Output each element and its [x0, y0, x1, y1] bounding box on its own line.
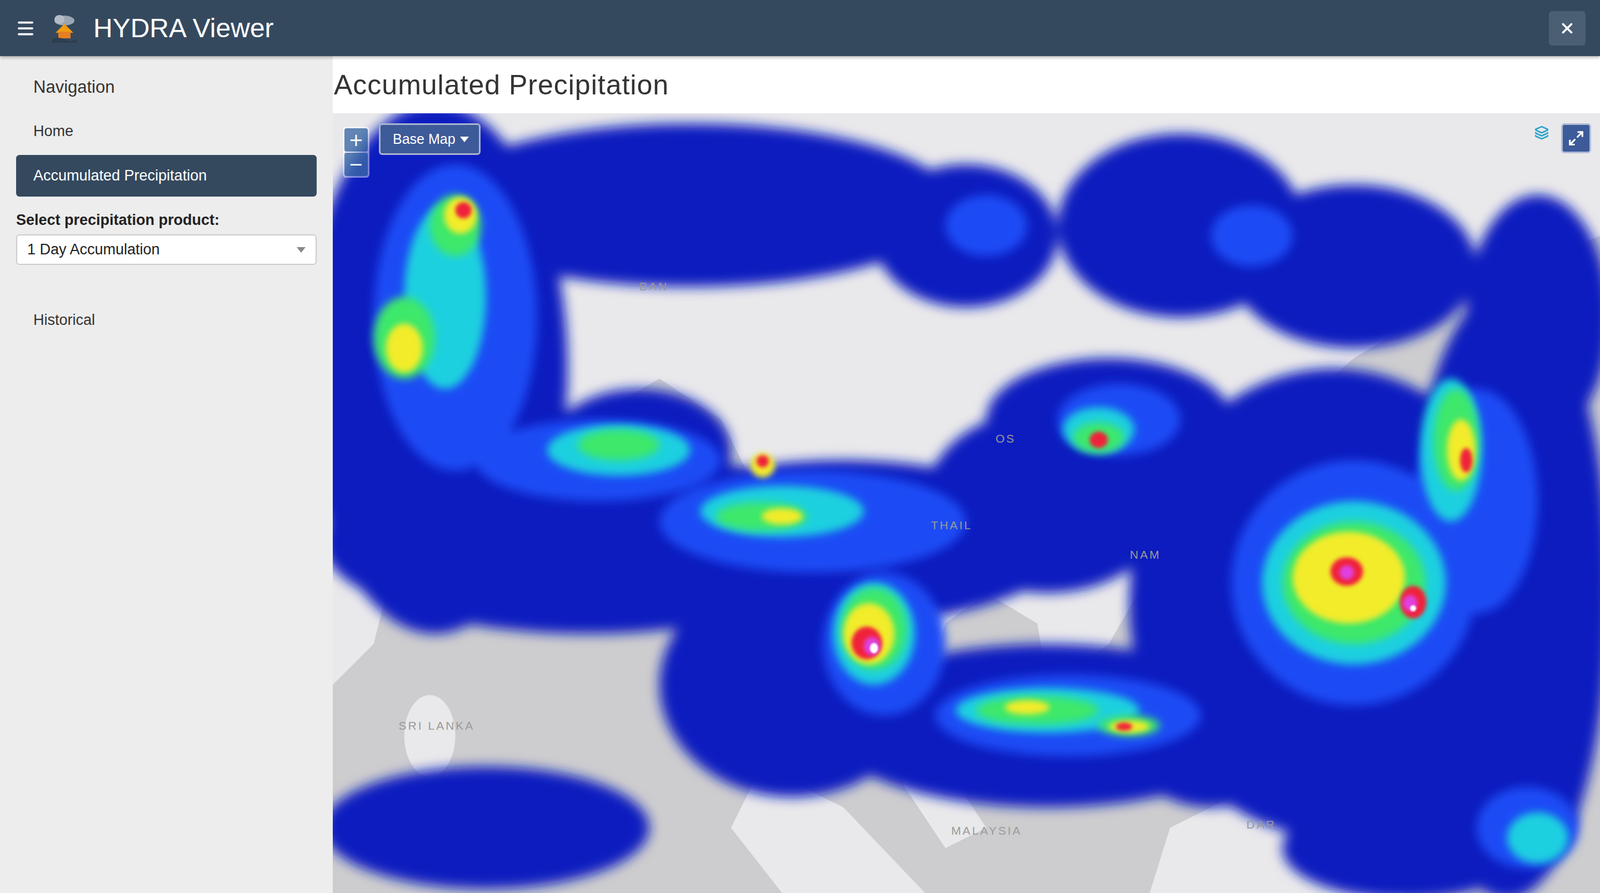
close-button[interactable] — [1548, 11, 1586, 46]
zoom-in-button[interactable]: + — [344, 128, 368, 152]
nav-heading: Navigation — [16, 70, 317, 104]
sidebar-item[interactable]: Accumulated Precipitation — [16, 155, 317, 197]
layers-button[interactable] — [1534, 125, 1549, 143]
precipitation-raster — [332, 113, 1600, 893]
product-select[interactable]: 1 Day Accumulation — [16, 234, 317, 265]
layers-icon — [1534, 125, 1549, 140]
app-title: HYDRA Viewer — [93, 12, 1535, 44]
map-place-label: OS — [995, 432, 1016, 446]
zoom-out-button[interactable]: − — [344, 152, 368, 177]
fullscreen-button[interactable] — [1561, 123, 1592, 154]
close-icon — [1558, 20, 1576, 37]
product-label: Select precipitation product: — [16, 211, 317, 229]
sidebar: Navigation HomeAccumulated Precipitation S… — [0, 56, 333, 893]
precipitation-map[interactable]: BAN OS THAIL NAM SRI LANKA MALAYSIA DAR +−Base … — [332, 113, 1600, 893]
sidebar-item[interactable]: Historical — [16, 299, 317, 342]
select-caret-icon — [296, 247, 306, 253]
sidebar-footer: Historical — [16, 299, 317, 344]
map-place-label: SRI LANKA — [398, 719, 475, 733]
hydra-logo-icon — [50, 12, 79, 44]
main-panel: Accumulated Precipitation BAN OS THAIL NAM SR… — [332, 56, 1600, 893]
zoom-controls: +− — [342, 126, 370, 178]
expand-icon — [1567, 130, 1585, 147]
map-place-label: BAN — [639, 280, 669, 294]
base-map-button[interactable]: Base Map — [378, 123, 481, 155]
sidebar-item[interactable]: Home — [16, 110, 317, 153]
dropdown-caret-icon — [460, 136, 469, 143]
map-place-label: MALAYSIA — [951, 824, 1022, 838]
app: HYDRA ViewerNavigationHomeAccumulated Pr… — [0, 0, 1600, 893]
content: NavigationHomeAccumulated PrecipitationS… — [0, 56, 1600, 893]
map-place-label: THAIL — [931, 518, 973, 533]
map-place-label: DAR — [1246, 818, 1277, 832]
page-title: Accumulated Precipitation — [332, 56, 1600, 114]
map-place-label: NAM — [1130, 548, 1162, 562]
top-bar: HYDRA Viewer — [0, 0, 1600, 57]
hamburger-icon[interactable] — [15, 18, 36, 39]
